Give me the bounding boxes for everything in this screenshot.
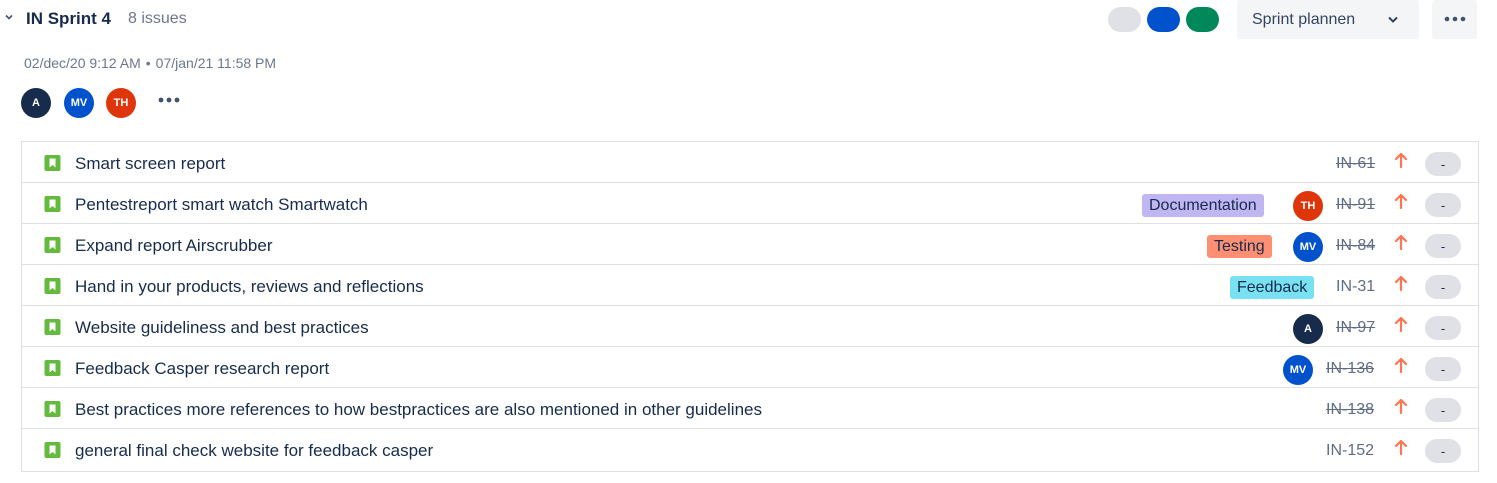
story-points-badge[interactable]: - <box>1425 275 1461 299</box>
issue-summary: Expand report Airscrubber <box>75 236 273 255</box>
sprint-end-date: 07/jan/21 11:58 PM <box>155 55 277 71</box>
issue-row[interactable]: Pentestreport smart watch Smartwatch Doc… <box>22 183 1478 224</box>
story-icon <box>44 360 61 376</box>
issue-key[interactable]: IN-138 <box>1326 401 1374 419</box>
issue-key[interactable]: IN-152 <box>1326 442 1374 460</box>
issue-row[interactable]: Best practices more references to how be… <box>22 388 1478 429</box>
issue-key[interactable]: IN-97 <box>1336 319 1375 337</box>
story-icon <box>44 442 61 458</box>
priority-high-icon <box>1394 357 1408 374</box>
priority-high-icon <box>1394 316 1408 333</box>
story-icon <box>44 196 61 212</box>
story-points-badge[interactable]: - <box>1425 316 1461 340</box>
issue-label[interactable]: Documentation <box>1142 194 1264 217</box>
priority-high-icon <box>1394 152 1408 169</box>
avatar[interactable]: A <box>1293 314 1323 344</box>
more-actions-button[interactable] <box>1432 0 1477 39</box>
issue-count: 8 issues <box>128 10 187 27</box>
issue-summary: Website guideliness and best practices <box>75 318 369 337</box>
story-icon <box>44 237 61 253</box>
sprint-plan-label: Sprint plannen <box>1252 10 1356 28</box>
status-in-progress-indicator[interactable] <box>1147 7 1180 32</box>
issue-row[interactable]: Smart screen report IN-61 - <box>22 142 1478 183</box>
story-points-badge[interactable]: - <box>1425 398 1461 422</box>
priority-high-icon <box>1394 234 1408 251</box>
status-todo-indicator[interactable] <box>1108 7 1141 32</box>
priority-high-icon <box>1394 398 1408 415</box>
issue-list: Smart screen report IN-61 - Pentestrepor… <box>21 141 1479 472</box>
chevron-down-icon <box>1388 16 1398 23</box>
story-icon <box>44 278 61 294</box>
story-icon <box>44 319 61 335</box>
sprint-title: IN Sprint 4 <box>26 9 112 28</box>
issue-summary: Pentestreport smart watch Smartwatch <box>75 195 368 214</box>
issue-label[interactable]: Feedback <box>1230 276 1315 299</box>
story-points-badge[interactable]: - <box>1425 357 1461 381</box>
avatar[interactable]: TH <box>106 88 136 118</box>
date-separator: • <box>145 55 151 71</box>
issue-key[interactable]: IN-61 <box>1336 155 1375 173</box>
issue-row[interactable]: Expand report Airscrubber Testing MV IN-… <box>22 224 1478 265</box>
sprint-plan-button[interactable]: Sprint plannen <box>1237 0 1419 39</box>
story-icon <box>44 155 61 171</box>
issue-summary: Hand in your products, reviews and refle… <box>75 277 424 296</box>
issue-key[interactable]: IN-84 <box>1336 237 1375 255</box>
priority-high-icon <box>1394 275 1408 292</box>
status-done-indicator[interactable] <box>1186 7 1219 32</box>
sprint-dates: 02/dec/20 9:12 AM • 07/jan/21 11:58 PM <box>24 55 276 71</box>
sprint-start-date: 02/dec/20 9:12 AM <box>24 55 141 71</box>
avatar[interactable]: MV <box>1293 232 1323 262</box>
avatar[interactable]: MV <box>64 88 94 118</box>
story-points-badge[interactable]: - <box>1425 193 1461 217</box>
issue-summary: general final check website for feedback… <box>75 441 434 460</box>
chevron-down-icon[interactable] <box>4 12 14 22</box>
issue-label[interactable]: Testing <box>1207 235 1272 258</box>
issue-key[interactable]: IN-91 <box>1336 196 1375 214</box>
issue-row[interactable]: general final check website for feedback… <box>22 429 1478 470</box>
avatar[interactable]: TH <box>1293 191 1323 221</box>
story-points-badge[interactable]: - <box>1425 152 1461 176</box>
issue-row[interactable]: Website guideliness and best practices A… <box>22 306 1478 347</box>
avatar[interactable]: A <box>21 88 51 118</box>
issue-row[interactable]: Feedback Casper research report MV IN-13… <box>22 347 1478 388</box>
issue-key[interactable]: IN-136 <box>1326 360 1374 378</box>
story-points-badge[interactable]: - <box>1425 439 1461 463</box>
ellipsis-icon <box>1444 16 1466 22</box>
issue-summary: Smart screen report <box>75 154 226 173</box>
story-icon <box>44 401 61 417</box>
priority-high-icon <box>1394 193 1408 210</box>
priority-high-icon <box>1394 439 1408 456</box>
avatar[interactable]: MV <box>1283 355 1313 385</box>
issue-summary: Best practices more references to how be… <box>75 400 762 419</box>
sprint-header: IN Sprint 4 8 issues Sprint plannen <box>0 0 1497 40</box>
story-points-badge[interactable]: - <box>1425 234 1461 258</box>
issue-key[interactable]: IN-31 <box>1336 278 1375 296</box>
issue-summary: Feedback Casper research report <box>75 359 330 378</box>
issue-row[interactable]: Hand in your products, reviews and refle… <box>22 265 1478 306</box>
more-team-members-icon[interactable] <box>157 94 181 106</box>
